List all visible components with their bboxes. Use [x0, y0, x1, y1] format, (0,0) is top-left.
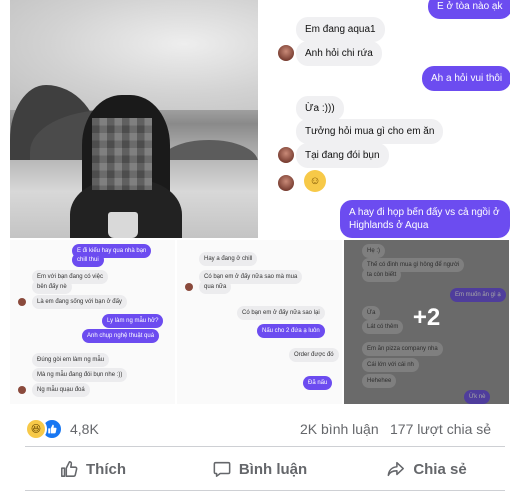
more-photos-count[interactable]: +2 [344, 304, 509, 332]
contact-avatar [185, 283, 193, 291]
photo-cup [108, 212, 138, 238]
chat-bubble-in: Tưởng hỏi mua gì cho em ăn [296, 119, 444, 144]
chat-bubble-in: Ừa :))) [296, 96, 344, 121]
divider [25, 490, 505, 491]
photo-grid: E ở tòa nào ạk Em đang aqua1 Anh hỏi chi… [10, 0, 510, 404]
share-count[interactable]: 177 lượt chia sẻ [390, 421, 491, 437]
chat-bubble-out: Đã nấu [303, 376, 333, 390]
chat-bubble-in: Là em đang sống với bạn ở đấy [32, 295, 127, 309]
chat-bubble-out: Nấu cho 2 đứa ạ luôn [257, 324, 325, 338]
like-button[interactable]: Thích [10, 452, 176, 486]
haha-icon: 😆 [25, 418, 47, 440]
chat-bubble-out: chill thui [72, 253, 104, 267]
comment-count[interactable]: 2K bình luận [300, 421, 379, 437]
divider [25, 446, 505, 447]
like-label: Thích [86, 460, 126, 478]
post-card: E ở tòa nào ạk Em đang aqua1 Anh hỏi chi… [10, 0, 510, 502]
chat-bubble-out: A hay đi họp bến đấy vs cả ngồi ở Highla… [340, 200, 510, 238]
comment-button[interactable]: Bình luận [176, 452, 344, 486]
photo-shore [160, 140, 258, 162]
chat-bubble-in: Đúng gòi em làm ng mẫu [32, 353, 110, 367]
chat-bubble-out: Ah a hỏi vui thôi [422, 66, 510, 91]
photo-tile-chat-2[interactable]: E đi kiếu hay qua nhà bạn chill thui Em … [10, 240, 175, 404]
chat-bubble-out: E ở tòa nào ạk [428, 0, 510, 19]
chat-bubble-out: Ly làm ng mẫu hở? [102, 314, 164, 328]
photo-tile-portrait[interactable] [10, 0, 258, 238]
chat-bubble-in: Mà ng mẫu đang đói bụn nhe :)) [32, 368, 128, 382]
photo-pixelated-face [92, 118, 152, 190]
share-label: Chia sẻ [413, 460, 467, 478]
photo-tile-more[interactable]: Hẹ :) Thế có đinh mua gì hông để người t… [344, 240, 509, 404]
contact-avatar [278, 45, 294, 61]
chat-bubble-in: bên đấy nè [32, 280, 72, 294]
share-icon [387, 461, 405, 477]
share-button[interactable]: Chia sẻ [344, 452, 510, 486]
contact-avatar [278, 147, 294, 163]
contact-avatar [278, 175, 294, 191]
chat-bubble-in: Tại đang đói bụn [296, 143, 389, 168]
chat-bubble-in: Ng mẫu quạu đoá [32, 383, 90, 397]
photo-tile-chat[interactable]: E ở tòa nào ạk Em đang aqua1 Anh hỏi chi… [260, 0, 510, 238]
chat-bubble-in: Có bạn em ở đấy nữa sao lại [237, 306, 325, 320]
reactions-row: 😆 4,8K 2K bình luận 177 lượt chia sẻ [10, 410, 510, 446]
thumbs-up-icon [61, 461, 78, 477]
smile-emoji-icon: ☺ [304, 170, 326, 192]
comment-icon [213, 461, 231, 477]
chat-bubble-in: Anh hỏi chi rứa [296, 41, 382, 66]
contact-avatar [18, 298, 26, 306]
chat-line: A hay đi họp bến đấy vs cả ngồi ở [349, 207, 500, 218]
chat-bubble-in: Em đang aqua1 [296, 17, 385, 42]
chat-bubble-in: qua nữa [199, 280, 232, 294]
chat-line: Highlands ở Aqua [349, 220, 429, 231]
photo-tile-chat-3[interactable]: Hay a đang ở chill Có bạn em ở đấy nữa s… [177, 240, 342, 404]
reaction-count[interactable]: 4,8K [70, 421, 99, 437]
chat-bubble-in: Order được đó [289, 348, 339, 362]
chat-bubble-in: Hay a đang ở chill [199, 252, 258, 266]
contact-avatar [18, 386, 26, 394]
chat-bubble-out: Anh chụp nghệ thuật quá [82, 329, 160, 343]
comment-label: Bình luận [238, 460, 308, 478]
